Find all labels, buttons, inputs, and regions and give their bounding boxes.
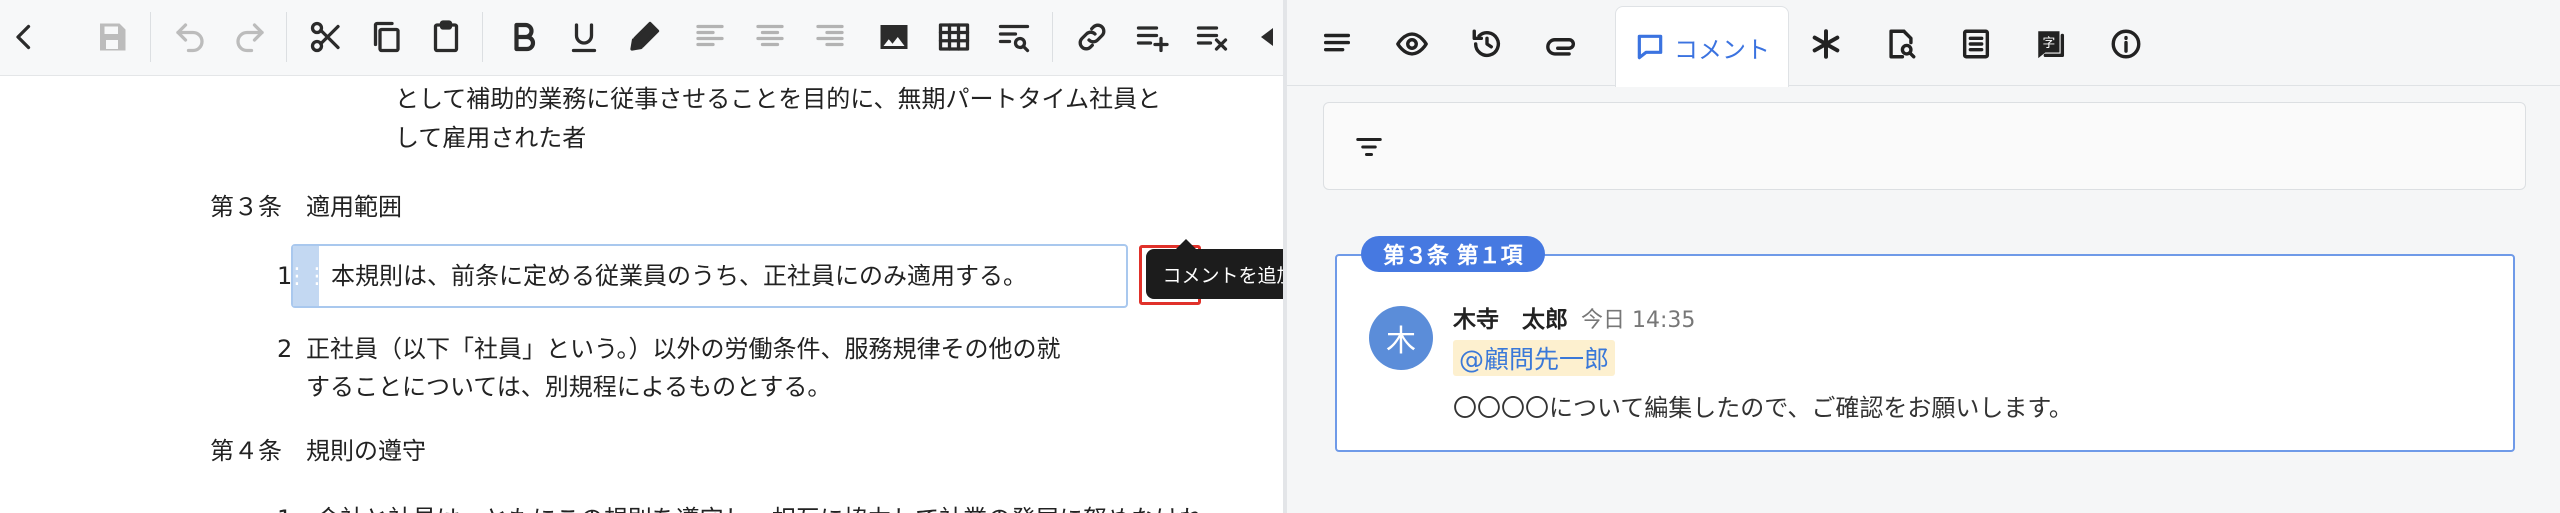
bold-icon[interactable] bbox=[500, 13, 548, 61]
drag-handle-icon[interactable]: ⋮⋮ bbox=[286, 246, 328, 306]
comment-card[interactable]: 木 木寺 太郎 今日 14:35 @顧問先一郎 〇〇〇〇について編集したので、ご… bbox=[1335, 254, 2515, 452]
paste-icon[interactable] bbox=[422, 13, 470, 61]
paragraph-text: することについては、別規程によるものとする。 bbox=[306, 373, 832, 401]
tab-comments-label: コメント bbox=[1674, 35, 1770, 64]
history-icon[interactable] bbox=[1459, 16, 1515, 72]
copy-icon[interactable] bbox=[362, 13, 410, 61]
selected-paragraph[interactable]: ⋮⋮ 本規則は、前条に定める従業員のうち、正社員にのみ適用する。 bbox=[286, 244, 1128, 308]
ai-sparkle-icon[interactable] bbox=[1798, 16, 1854, 72]
preview-icon[interactable] bbox=[1384, 16, 1440, 72]
align-center-icon[interactable] bbox=[746, 13, 794, 61]
text-search-icon[interactable] bbox=[990, 13, 1038, 61]
add-list-icon[interactable] bbox=[1128, 13, 1176, 61]
back-icon[interactable] bbox=[0, 13, 48, 61]
remove-list-icon[interactable] bbox=[1188, 13, 1236, 61]
avatar: 木 bbox=[1369, 306, 1433, 370]
paragraph-text[interactable]: 本規則は、前条に定める従業員のうち、正社員にのみ適用する。 bbox=[331, 257, 1027, 295]
section-tag[interactable]: 第３条 第１項 bbox=[1361, 236, 1545, 272]
editor-toolbar bbox=[0, 0, 1283, 76]
undo-icon[interactable] bbox=[166, 13, 214, 61]
underline-icon[interactable] bbox=[560, 13, 608, 61]
add-comment-tooltip: コメントを追加 bbox=[1146, 239, 1283, 299]
toolbar-separator bbox=[482, 12, 483, 62]
redo-icon[interactable] bbox=[226, 13, 274, 61]
toolbar-separator bbox=[1052, 12, 1053, 62]
toolbar-separator bbox=[150, 12, 151, 62]
document-search-icon[interactable] bbox=[1873, 16, 1929, 72]
filter-icon[interactable] bbox=[1354, 132, 1384, 162]
outline-icon[interactable] bbox=[1309, 16, 1365, 72]
comment-body: 〇〇〇〇について編集したので、ご確認をお願いします。 bbox=[1453, 394, 2073, 422]
comment-icon bbox=[1637, 34, 1663, 60]
cut-icon[interactable] bbox=[302, 13, 350, 61]
paragraph-text: して雇用された者 bbox=[395, 124, 587, 152]
paragraph-text: 正社員（以下「社員」という。）以外の労働条件、服務規律その他の就 bbox=[306, 335, 1061, 363]
attachment-icon[interactable] bbox=[1534, 16, 1590, 72]
align-right-icon[interactable] bbox=[806, 13, 854, 61]
paragraph-text: として補助的業務に従事させることを目的に、無期パートタイム社員と bbox=[395, 85, 1162, 113]
more-icon[interactable] bbox=[1246, 13, 1283, 61]
tab-comments[interactable]: コメント bbox=[1615, 6, 1789, 87]
comment-filter-bar[interactable] bbox=[1323, 102, 2526, 190]
highlight-icon[interactable] bbox=[620, 13, 668, 61]
article-heading: 第３条 適用範囲 bbox=[210, 193, 402, 221]
svg-text:字: 字 bbox=[2043, 36, 2056, 51]
link-icon[interactable] bbox=[1068, 13, 1116, 61]
info-icon[interactable] bbox=[2098, 16, 2154, 72]
image-icon[interactable] bbox=[870, 13, 918, 61]
comment-time: 今日 14:35 bbox=[1581, 308, 1696, 333]
article-list-icon[interactable] bbox=[1948, 16, 2004, 72]
save-icon[interactable] bbox=[88, 13, 136, 61]
document-editor: として補助的業務に従事させることを目的に、無期パートタイム社員と して雇用された… bbox=[0, 0, 1283, 513]
toolbar-separator bbox=[286, 12, 287, 62]
glossary-icon[interactable]: 字 bbox=[2023, 16, 2079, 72]
article-heading: 第４条 規則の遵守 bbox=[210, 437, 426, 465]
align-left-icon[interactable] bbox=[686, 13, 734, 61]
document-body: として補助的業務に従事させることを目的に、無期パートタイム社員と して雇用された… bbox=[0, 76, 1283, 513]
table-icon[interactable] bbox=[930, 13, 978, 61]
comment-author: 木寺 太郎 bbox=[1453, 307, 1568, 333]
side-panel: コメント 字 木 木寺 太郎 今日 14:35 @顧問先一郎 〇〇〇〇について編… bbox=[1287, 0, 2560, 513]
paragraph-text: 1 会社と社員は、ともにこの規則を遵守し、相互に協力して社業の発展に努めなけれ bbox=[277, 500, 1203, 513]
panel-tab-bar: コメント 字 bbox=[1287, 0, 2560, 87]
item-number: 2 bbox=[277, 335, 293, 363]
comment-mention[interactable]: @顧問先一郎 bbox=[1453, 340, 1616, 376]
